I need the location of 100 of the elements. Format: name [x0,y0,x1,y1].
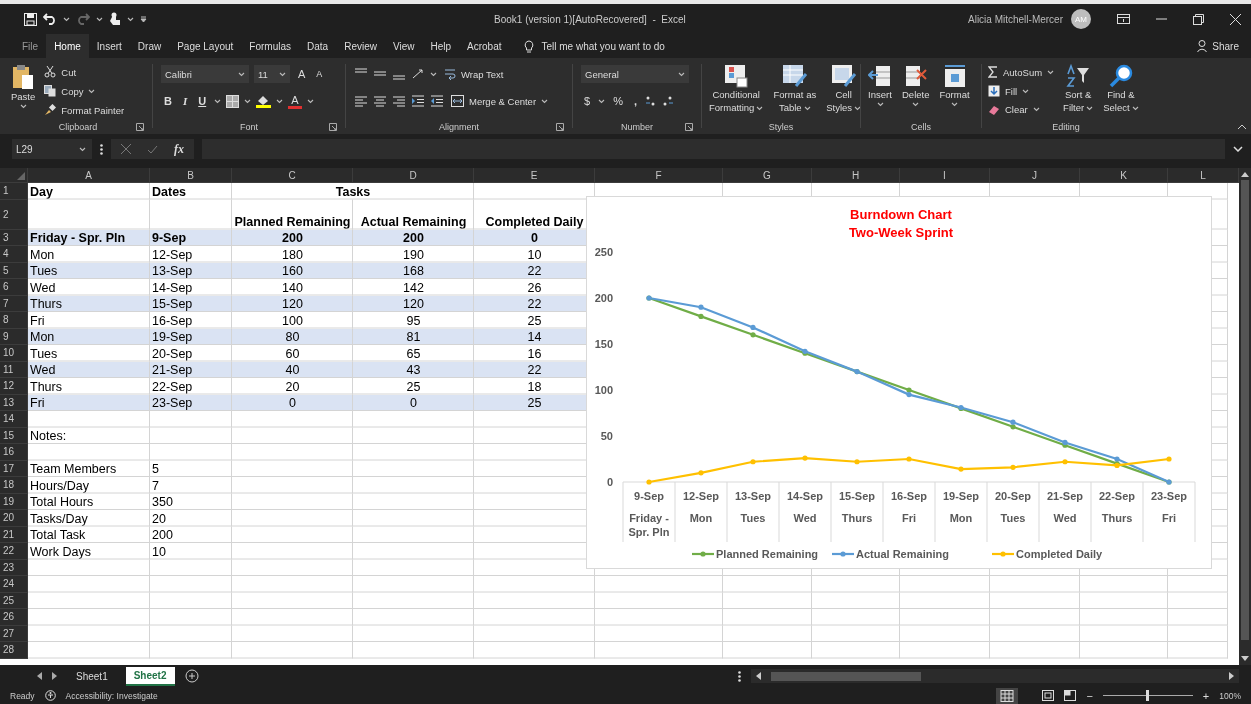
merge-center-button[interactable]: Merge & Center [449,93,551,109]
indent-icon[interactable] [411,95,425,107]
insert-function-button[interactable]: fx [174,141,184,157]
align-icon[interactable] [373,95,387,107]
fill-button[interactable]: Fill [986,83,1057,99]
column-header[interactable]: A [28,168,150,183]
share-button[interactable]: Share [1197,34,1239,58]
row-header[interactable]: 4 [0,246,28,263]
font-size-field[interactable]: 11 [254,65,290,83]
row-header[interactable]: 14 [0,411,28,428]
column-header[interactable]: E [474,168,595,183]
zoom-in-button[interactable]: + [1202,689,1210,702]
row-header[interactable]: 12 [0,378,28,395]
undo-icon[interactable] [43,13,57,25]
sheet-tab[interactable]: Sheet2 [125,666,175,686]
paste-button[interactable]: Paste [8,62,39,111]
row-header[interactable]: 22 [0,543,28,560]
sheet-tab[interactable]: Sheet1 [68,667,116,685]
ribbon-tab[interactable]: Page Layout [169,34,242,58]
zoom-level[interactable]: 100% [1219,690,1241,701]
tell-me-search[interactable]: Tell me what you want to do [541,40,665,52]
italic-button[interactable]: I [179,95,191,107]
line-chart[interactable] [586,196,1212,569]
currency-button[interactable]: $ [581,95,594,107]
column-header[interactable]: G [723,168,812,183]
clear-button[interactable]: Clear [986,102,1057,117]
column-header[interactable]: H [812,168,900,183]
ribbon-tab[interactable]: Insert [88,34,130,58]
ribbon-tab[interactable]: Acrobat [459,34,510,58]
copy-button[interactable]: Copy [42,83,127,99]
ribbon-tab[interactable]: File [14,34,47,58]
grow-font-button[interactable]: A [295,68,309,80]
previous-sheet-icon[interactable] [36,672,42,680]
comma-button[interactable]: , [630,95,640,107]
scroll-left-icon[interactable] [755,672,761,680]
column-header[interactable]: F [595,168,723,183]
accessibility-icon[interactable] [44,690,56,701]
column-header[interactable]: J [990,168,1080,183]
normal-view-icon[interactable] [996,687,1019,704]
column-header[interactable]: C [232,168,353,183]
ribbon-tab[interactable]: Data [299,34,337,58]
indent-icon[interactable] [430,95,444,107]
percent-button[interactable]: % [610,95,626,107]
check-icon[interactable] [147,144,158,154]
font-color-button[interactable]: A [288,93,302,109]
row-header[interactable]: 20 [0,510,28,527]
row-header[interactable]: 6 [0,279,28,296]
more-icon[interactable] [738,670,741,682]
insert-cells-button[interactable]: Insert [865,62,895,109]
number-format-field[interactable]: General [581,65,689,83]
ribbon-tab[interactable]: Home [46,34,89,58]
page-break-view-icon[interactable] [1064,690,1077,701]
row-header[interactable]: 1 [0,183,28,200]
column-header[interactable]: K [1080,168,1168,183]
add-sheet-icon[interactable] [184,669,199,683]
fill-color-icon[interactable] [256,94,272,108]
name-box[interactable]: L29 [12,139,92,159]
column-header[interactable]: D [353,168,474,183]
dialog-launcher-icon[interactable] [556,123,564,131]
row-header[interactable]: 28 [0,642,28,659]
select-all-icon[interactable] [17,172,25,180]
scroll-up-icon[interactable] [1241,171,1249,177]
conditional-formatting-button[interactable]: Conditional Formatting [706,62,767,116]
customize-icon[interactable] [140,15,147,23]
save-icon[interactable] [24,12,37,26]
next-sheet-icon[interactable] [52,672,58,680]
borders-icon[interactable] [226,94,240,108]
cancel-icon[interactable] [121,144,131,154]
cut-button[interactable]: Cut [42,64,127,80]
find-select-button[interactable]: Find & Select [1100,62,1142,116]
align-icon[interactable] [392,95,406,107]
align-icon[interactable] [354,95,368,107]
row-header[interactable]: 16 [0,444,28,461]
row-header[interactable]: 10 [0,345,28,362]
shrink-font-button[interactable]: A [313,69,326,79]
ribbon-tab[interactable]: Draw [129,34,170,58]
restore-icon[interactable] [1193,13,1204,25]
redo-icon[interactable] [76,13,90,25]
close-icon[interactable] [1230,13,1241,25]
sort-filter-button[interactable]: Sort & Filter [1060,62,1097,116]
orientation-icon[interactable] [411,68,425,80]
slider-thumb[interactable] [1145,690,1149,701]
underline-button[interactable]: U [195,95,210,107]
expand-icon[interactable] [1233,146,1243,152]
increase-decimal-icon[interactable] [644,95,657,107]
row-header[interactable]: 24 [0,576,28,593]
dialog-launcher-icon[interactable] [329,123,337,131]
scroll-down-icon[interactable] [1241,656,1249,662]
ribbon-tab[interactable]: View [384,34,423,58]
collapse-ribbon-icon[interactable] [1237,124,1247,130]
format-as-table-button[interactable]: Format as Table [770,62,820,116]
more-icon[interactable] [100,143,103,155]
ribbon-tab[interactable]: Review [336,34,385,58]
accessibility-status[interactable]: Accessibility: Investigate [65,690,158,701]
format-painter-button[interactable]: Format Painter [42,102,127,118]
row-header[interactable]: 8 [0,312,28,329]
dialog-launcher-icon[interactable] [685,123,693,131]
ribbon-tab[interactable]: Help [422,34,460,58]
bold-button[interactable]: B [161,95,175,107]
autosum-button[interactable]: AutoSum [986,64,1057,80]
